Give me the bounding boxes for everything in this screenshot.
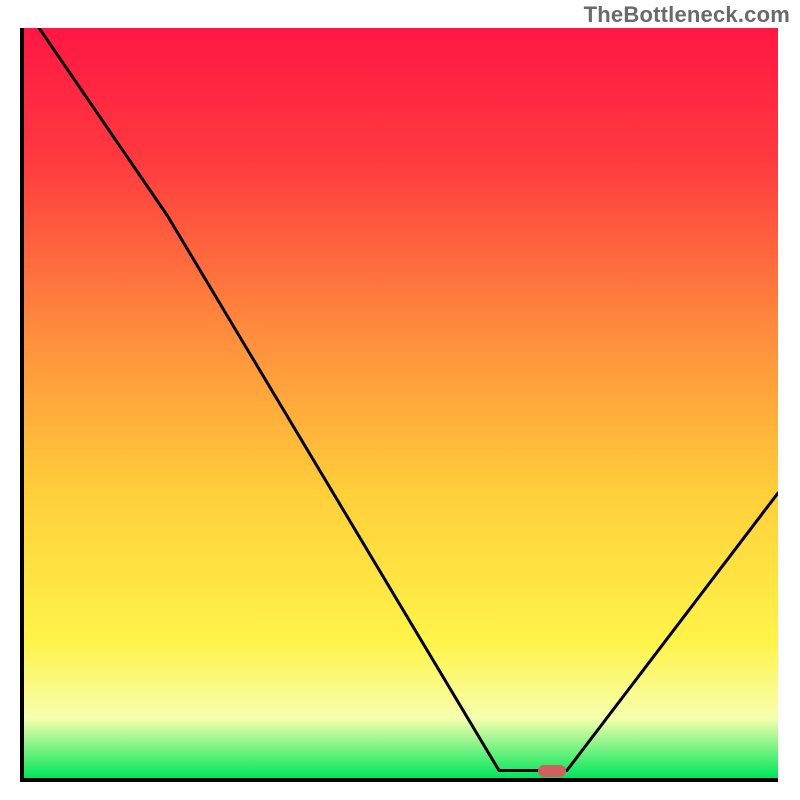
- bottleneck-curve: [24, 28, 778, 778]
- plot-area: [20, 28, 778, 782]
- chart-container: TheBottleneck.com: [0, 0, 800, 800]
- optimal-point-marker: [538, 765, 566, 777]
- watermark-text: TheBottleneck.com: [584, 2, 790, 28]
